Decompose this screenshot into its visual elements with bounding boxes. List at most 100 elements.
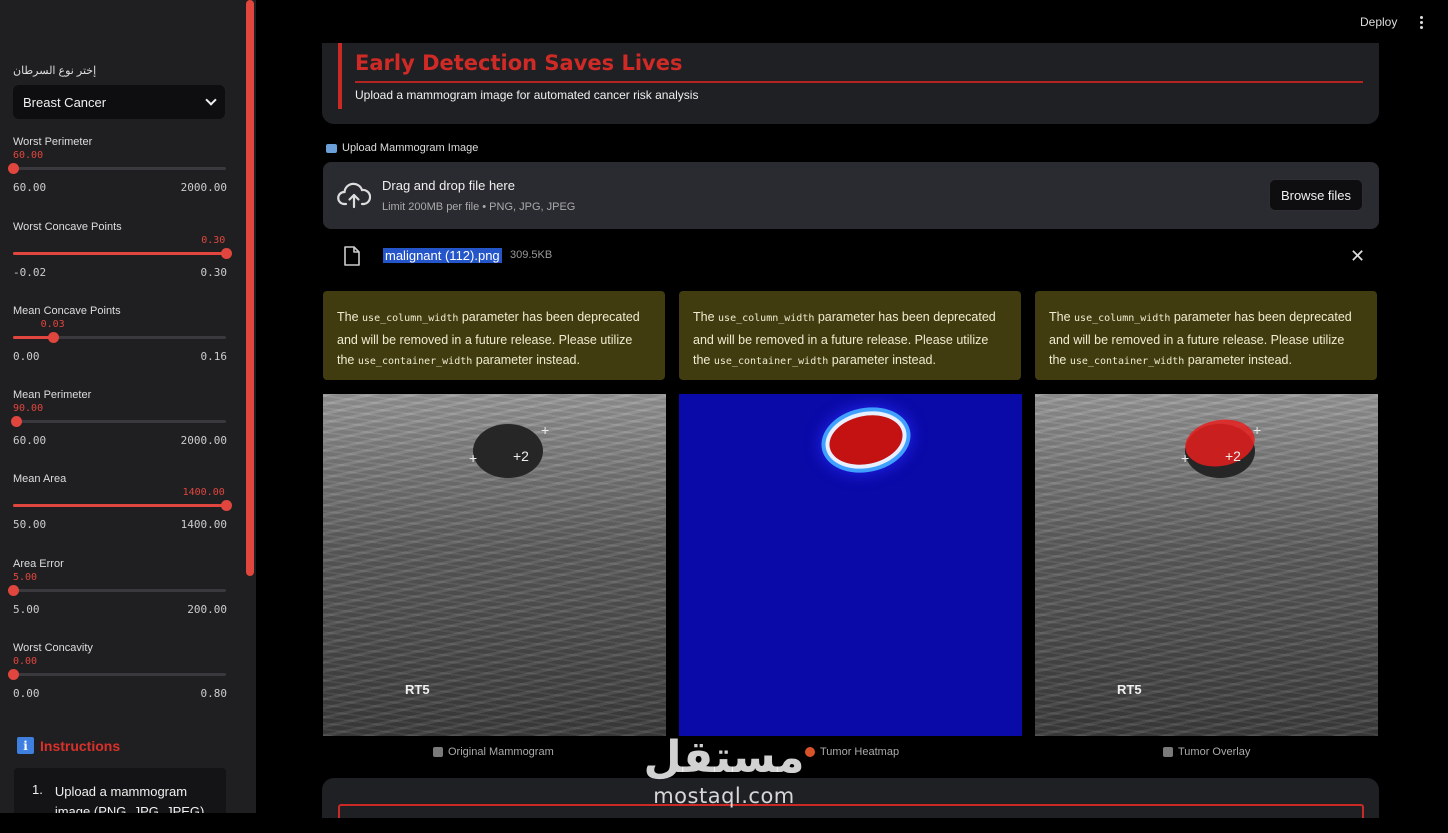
slider-worst-concavity[interactable]: Worst Concavity 0.00 0.00 0.80 (8, 642, 228, 722)
file-dropzone[interactable]: Drag and drop file here Limit 200MB per … (323, 162, 1379, 229)
slider-thumb[interactable] (48, 332, 59, 343)
warning-param-old: use_column_width (718, 313, 815, 324)
cancer-type-value: Breast Cancer (23, 94, 107, 110)
uploader-label-text: Upload Mammogram Image (342, 142, 479, 154)
slider-label: Area Error (13, 558, 64, 570)
slider-min: -0.02 (13, 266, 47, 279)
slider-track[interactable] (8, 669, 226, 680)
sidebar-scrollbar[interactable] (246, 0, 254, 576)
tumor-heatmap-image (679, 394, 1022, 736)
upload-cloud-icon (337, 182, 371, 209)
slider-worst-perimeter[interactable]: Worst Perimeter 60.00 60.00 2000.00 (8, 136, 227, 216)
remove-file-icon[interactable]: ✕ (1350, 246, 1365, 267)
slider-label: Mean Perimeter (13, 389, 92, 401)
slider-track[interactable] (13, 500, 232, 511)
image-marker-label: RT5 (405, 682, 430, 697)
results-card (322, 778, 1379, 818)
slider-value: 5.00 (13, 572, 38, 583)
instructions-item: Upload a mammogram image (PNG, JPG, JPEG… (54, 784, 205, 813)
chevron-down-icon (205, 94, 217, 106)
deprecation-warning: The use_column_width parameter has been … (323, 291, 665, 380)
warning-text: parameter instead. (1187, 353, 1292, 367)
instructions-header: i Instructions (17, 737, 120, 754)
slider-mean-area[interactable]: Mean Area 1400.00 50.00 1400.00 (13, 473, 232, 553)
dropzone-limit: Limit 200MB per file • PNG, JPG, JPEG (382, 201, 576, 213)
results-card-border (338, 804, 1364, 818)
slider-fill (13, 504, 226, 507)
slider-max: 0.16 (200, 350, 228, 363)
camera-icon (326, 143, 337, 153)
slider-thumb[interactable] (8, 163, 19, 174)
caption-text: Tumor Heatmap (820, 746, 900, 758)
slider-thumb[interactable] (11, 416, 22, 427)
slider-max: 200.00 (187, 603, 227, 616)
deploy-button[interactable]: Deploy (1360, 15, 1397, 29)
caption-text: Tumor Overlay (1178, 746, 1251, 758)
slider-fill (13, 252, 226, 255)
slider-track[interactable] (8, 163, 226, 174)
watermark: مستقل mostaql.com (636, 732, 812, 816)
heatmap-hotspot (824, 408, 908, 472)
slider-track[interactable] (13, 332, 226, 343)
slider-worst-concave-points[interactable]: Worst Concave Points 0.30 -0.02 0.30 (13, 221, 232, 301)
uploaded-file-name: malignant (112).png (383, 248, 502, 263)
slider-max: 1400.00 (180, 518, 227, 531)
watermark-domain: mostaql.com (653, 784, 795, 808)
slider-value: 60.00 (13, 150, 44, 161)
main-menu-icon[interactable] (1420, 16, 1423, 29)
slider-value: 0.03 (40, 319, 65, 330)
hero-card: Early Detection Saves Lives Upload a mam… (322, 43, 1379, 124)
instructions-item-number: 1. (32, 782, 43, 797)
cancer-type-select[interactable]: Breast Cancer (13, 85, 225, 119)
info-icon: i (17, 737, 34, 754)
slider-label: Worst Concavity (13, 642, 93, 654)
slider-max: 0.30 (200, 266, 228, 279)
slider-track[interactable] (8, 585, 226, 596)
page-title: Early Detection Saves Lives (355, 51, 683, 75)
slider-track[interactable] (11, 416, 226, 427)
warning-param-old: use_column_width (362, 313, 459, 324)
warning-text: parameter instead. (475, 353, 580, 367)
check-icon (1163, 747, 1173, 757)
uploader-label: Upload Mammogram Image (326, 142, 478, 154)
warning-param-new: use_container_width (357, 356, 473, 367)
slider-min: 0.00 (13, 350, 40, 363)
dropzone-instructions: Drag and drop file here (382, 178, 515, 193)
hero-accent-bar (338, 43, 342, 109)
slider-thumb[interactable] (8, 585, 19, 596)
caption-heatmap: Tumor Heatmap (805, 746, 899, 758)
original-mammogram-image: + + +2 RT5 (323, 394, 666, 736)
file-icon (344, 246, 360, 266)
slider-label: Mean Concave Points (13, 305, 121, 317)
slider-track[interactable] (13, 248, 232, 259)
slider-mean-perimeter[interactable]: Mean Perimeter 90.00 60.00 2000.00 (11, 389, 227, 469)
caption-text: Original Mammogram (448, 746, 554, 758)
slider-min: 5.00 (13, 603, 40, 616)
sidebar: إختر نوع السرطان Breast Cancer Worst Per… (0, 0, 256, 813)
warning-param-new: use_container_width (713, 356, 829, 367)
slider-label: Mean Area (13, 473, 67, 485)
slider-thumb[interactable] (8, 669, 19, 680)
warning-text: The (337, 310, 359, 324)
slider-max: 2000.00 (180, 181, 227, 194)
warning-text: The (693, 310, 715, 324)
tumor-overlay-image: + + +2 RT5 (1035, 394, 1378, 736)
image-marker-label: RT5 (1117, 682, 1142, 697)
slider-thumb[interactable] (221, 500, 232, 511)
slider-label: Worst Perimeter (13, 136, 93, 148)
warning-text: The (1049, 310, 1071, 324)
instructions-box: 1. Upload a mammogram image (PNG, JPG, J… (14, 768, 226, 813)
deprecation-warning: The use_column_width parameter has been … (679, 291, 1021, 380)
slider-max: 0.80 (200, 687, 228, 700)
watermark-arabic: مستقل (643, 732, 805, 783)
browse-files-button[interactable]: Browse files (1269, 179, 1363, 211)
slider-thumb[interactable] (221, 248, 232, 259)
slider-mean-concave-points[interactable]: Mean Concave Points 0.03 0.00 0.16 (13, 305, 227, 385)
image-icon (433, 747, 443, 757)
uploaded-file-size: 309.5KB (510, 249, 553, 261)
hero-divider (355, 81, 1363, 83)
slider-area-error[interactable]: Area Error 5.00 5.00 200.00 (8, 558, 227, 638)
warning-param-new: use_container_width (1069, 356, 1185, 367)
slider-min: 50.00 (13, 518, 47, 531)
warning-text: parameter instead. (831, 353, 936, 367)
